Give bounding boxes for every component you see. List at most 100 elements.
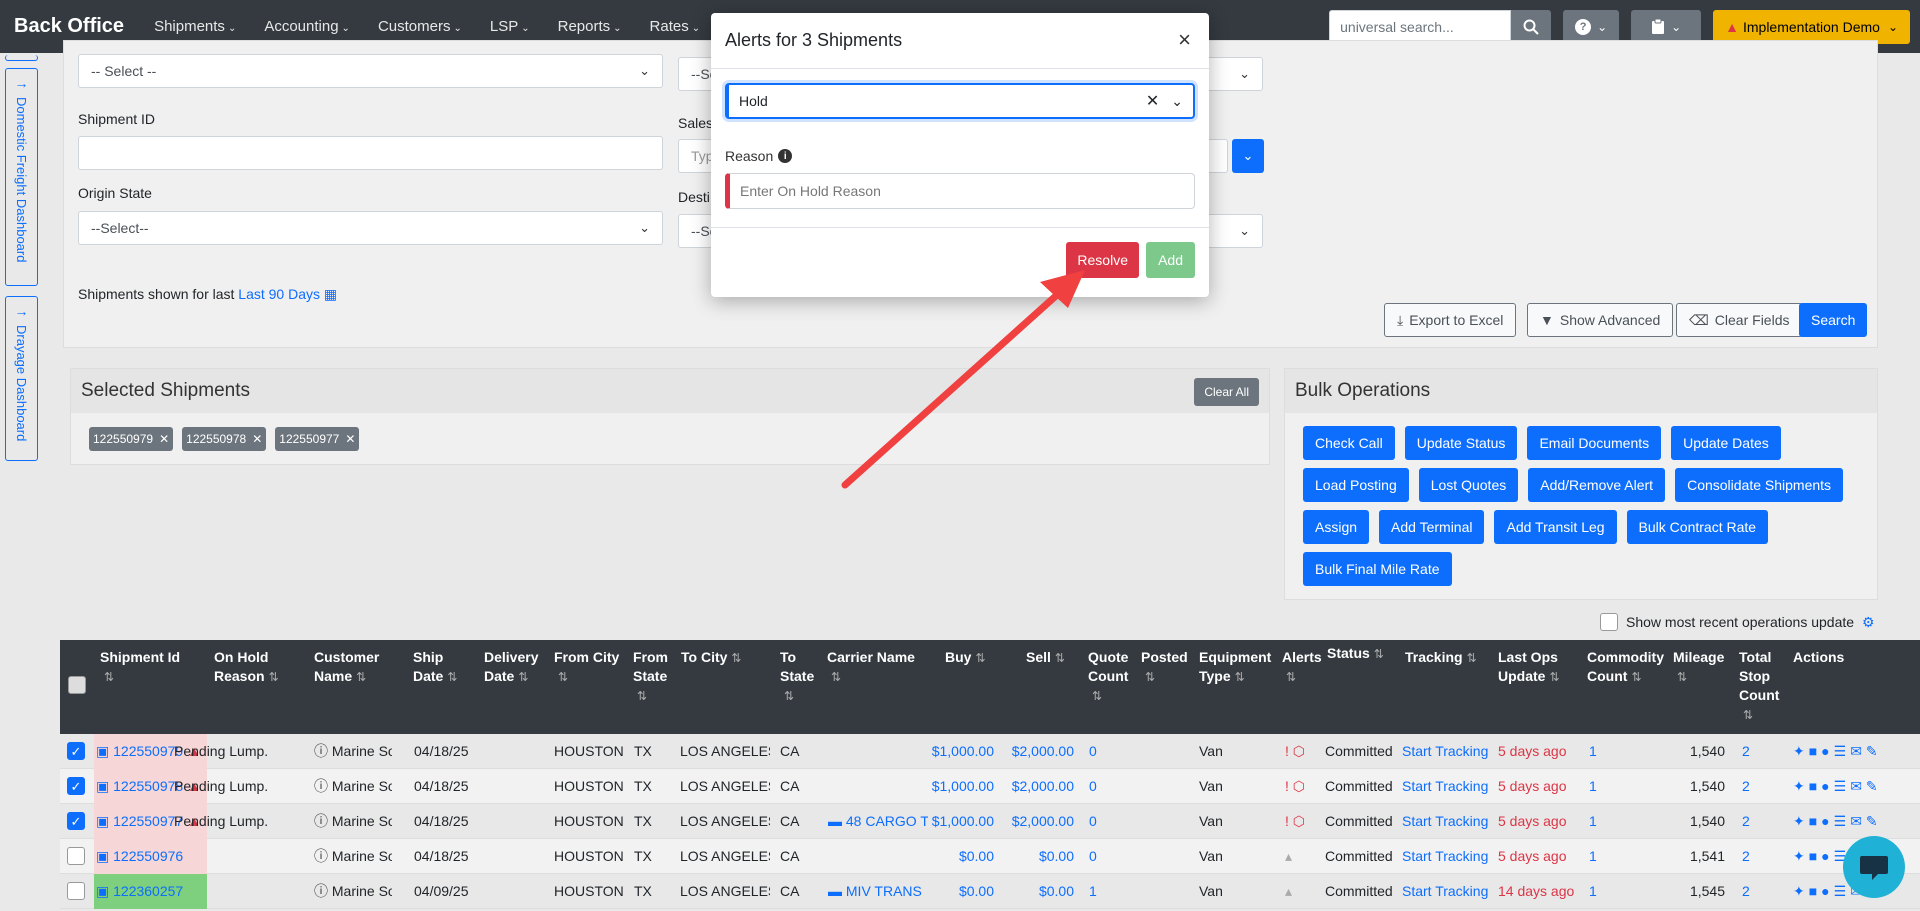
bulk-contract-rate-button[interactable]: Bulk Contract Rate: [1626, 510, 1769, 544]
chevron-down-icon[interactable]: ⌄: [1171, 93, 1183, 110]
col-ship-date[interactable]: Ship Date ⇅: [413, 648, 473, 687]
close-icon[interactable]: ×: [1178, 27, 1191, 53]
shipment-id-link[interactable]: 122550979: [113, 743, 183, 759]
cell-buy[interactable]: $1,000.00: [928, 769, 994, 804]
cell-carrier[interactable]: [828, 769, 928, 804]
reason-input[interactable]: Enter On Hold Reason: [725, 173, 1195, 209]
close-icon[interactable]: ✕: [252, 432, 262, 446]
brand-logo[interactable]: Back Office: [14, 15, 124, 38]
cell-quote[interactable]: 0: [1089, 839, 1119, 874]
shipment-id-link[interactable]: 122550977: [113, 813, 183, 829]
table-row[interactable]: ✓▣ 122550979 ▲Pending Lump.ⓘ Marine Solu…: [60, 734, 1920, 769]
nav-customers[interactable]: Customers ⌄: [378, 18, 462, 35]
cell-buy[interactable]: $0.00: [928, 839, 994, 874]
calendar-icon[interactable]: ▦: [324, 286, 337, 302]
sidetab-drayage-dashboard[interactable]: → Drayage Dashboard: [5, 296, 38, 461]
check-call-button[interactable]: Check Call: [1303, 426, 1395, 460]
nav-reports[interactable]: Reports ⌄: [558, 18, 622, 35]
col-carrier-name[interactable]: Carrier Name ⇅: [827, 648, 927, 687]
help-menu-button[interactable]: ? ⌄: [1563, 9, 1620, 44]
clipboard-icon[interactable]: ▣: [96, 883, 113, 899]
col-commodity-count[interactable]: Commodity Count ⇅: [1587, 648, 1667, 687]
alert-shield-icon[interactable]: ! ⬡: [1285, 804, 1325, 839]
nav-rates[interactable]: Rates ⌄: [650, 18, 701, 35]
cell-quote[interactable]: 0: [1089, 769, 1119, 804]
table-row[interactable]: ▣ 122550976 ⓘ Marine Solu 04/18/25 HOUSTON T…: [60, 839, 1920, 874]
col-posted[interactable]: Posted ⇅: [1141, 648, 1191, 687]
cell-sell[interactable]: $2,000.00: [1004, 769, 1074, 804]
bell-icon[interactable]: ▴: [1285, 874, 1325, 909]
cell-buy[interactable]: $1,000.00: [928, 734, 994, 769]
cell-stops[interactable]: 2: [1742, 839, 1772, 874]
row-checkbox[interactable]: ✓: [67, 777, 85, 795]
info-icon[interactable]: ⓘ: [314, 883, 332, 899]
col-to-state[interactable]: To State ⇅: [780, 648, 814, 706]
universal-search-input[interactable]: universal search...: [1329, 9, 1512, 44]
clear-selection-icon[interactable]: ✕: [1146, 91, 1159, 111]
sales-dropdown-button[interactable]: ⌄: [1232, 139, 1264, 173]
cell-sell[interactable]: $0.00: [1004, 839, 1074, 874]
lost-quotes-button[interactable]: Lost Quotes: [1418, 468, 1519, 502]
origin-state-select[interactable]: --Select-- ⌄: [78, 211, 663, 245]
cell-sell[interactable]: $2,000.00: [1004, 804, 1074, 839]
resolve-button[interactable]: Resolve: [1066, 242, 1139, 278]
col-shipment-id[interactable]: Shipment Id ⇅: [100, 648, 190, 687]
cell-tracking[interactable]: Start Tracking: [1402, 839, 1492, 874]
col-buy[interactable]: Buy ⇅: [945, 648, 1005, 668]
col-mileage[interactable]: Mileage ⇅: [1673, 648, 1733, 687]
cell-tracking[interactable]: Start Tracking: [1402, 874, 1492, 909]
row-actions-icons[interactable]: ✦■●☰✉✎: [1793, 769, 1913, 804]
info-icon[interactable]: ⓘ: [314, 778, 332, 794]
add-remove-alert-button[interactable]: Add/Remove Alert: [1528, 468, 1666, 502]
info-icon[interactable]: ⓘ: [314, 848, 332, 864]
col-to-city[interactable]: To City ⇅: [681, 648, 761, 668]
load-posting-button[interactable]: Load Posting: [1303, 468, 1409, 502]
col-last-ops-update[interactable]: Last Ops Update ⇅: [1498, 648, 1574, 687]
close-icon[interactable]: ✕: [345, 432, 355, 446]
select-all-checkbox[interactable]: [68, 676, 86, 699]
col-tracking[interactable]: Tracking ⇅: [1405, 648, 1495, 668]
shipment-id-link[interactable]: 122550976: [113, 848, 183, 864]
col-from-state[interactable]: From State ⇅: [633, 648, 675, 706]
clipboard-icon[interactable]: ▣: [96, 848, 113, 864]
col-total-stop-count[interactable]: Total Stop Count ⇅: [1739, 648, 1787, 725]
chat-widget-button[interactable]: [1843, 836, 1905, 898]
row-checkbox[interactable]: [67, 882, 85, 900]
cell-carrier[interactable]: [828, 734, 928, 769]
cell-quote[interactable]: 1: [1089, 874, 1119, 909]
search-button[interactable]: Search: [1799, 303, 1868, 337]
row-checkbox[interactable]: ✓: [67, 742, 85, 760]
info-icon[interactable]: ⓘ: [314, 743, 332, 759]
gear-icon[interactable]: ⚙: [1862, 614, 1875, 631]
consolidate-shipments-button[interactable]: Consolidate Shipments: [1675, 468, 1844, 502]
cell-sell[interactable]: $0.00: [1004, 874, 1074, 909]
alert-shield-icon[interactable]: ! ⬡: [1285, 734, 1325, 769]
col-delivery-date[interactable]: Delivery Date ⇅: [484, 648, 546, 687]
table-row[interactable]: ▣ 122360257 ⓘ Marine Solu 04/09/25 HOUSTON T…: [60, 874, 1920, 909]
bulk-final-mile-rate-button[interactable]: Bulk Final Mile Rate: [1303, 552, 1452, 586]
col-status[interactable]: Status ⇅: [1327, 644, 1399, 664]
row-actions-icons[interactable]: ✦■●☰✉✎: [1793, 734, 1913, 769]
cell-stops[interactable]: 2: [1742, 874, 1772, 909]
email-documents-button[interactable]: Email Documents: [1527, 426, 1662, 460]
top-select[interactable]: -- Select -- ⌄: [78, 54, 663, 88]
shipment-id-input[interactable]: [78, 136, 663, 170]
shipment-id-link[interactable]: 122550978: [113, 778, 183, 794]
nav-shipments[interactable]: Shipments ⌄: [154, 18, 236, 35]
assign-button[interactable]: Assign: [1303, 510, 1370, 544]
info-icon[interactable]: i: [778, 149, 793, 163]
clipboard-menu-button[interactable]: ⌄: [1631, 9, 1702, 44]
cell-commodity[interactable]: 1: [1589, 839, 1619, 874]
nav-lsp[interactable]: LSP ⌄: [490, 18, 530, 35]
cell-quote[interactable]: 0: [1089, 734, 1119, 769]
col-on-hold-reason[interactable]: On Hold Reason ⇅: [214, 648, 294, 687]
shipment-id-link[interactable]: 122360257: [113, 883, 183, 899]
update-dates-button[interactable]: Update Dates: [1671, 426, 1781, 460]
cell-quote[interactable]: 0: [1089, 804, 1119, 839]
alert-type-select[interactable]: Hold ✕ ⌄: [725, 83, 1195, 119]
nav-accounting[interactable]: Accounting ⌄: [264, 18, 350, 35]
row-checkbox[interactable]: [67, 847, 85, 865]
cell-stops[interactable]: 2: [1742, 804, 1772, 839]
recent-ops-checkbox[interactable]: [1600, 613, 1618, 631]
col-equipment-type[interactable]: Equipment Type ⇅: [1199, 648, 1275, 687]
